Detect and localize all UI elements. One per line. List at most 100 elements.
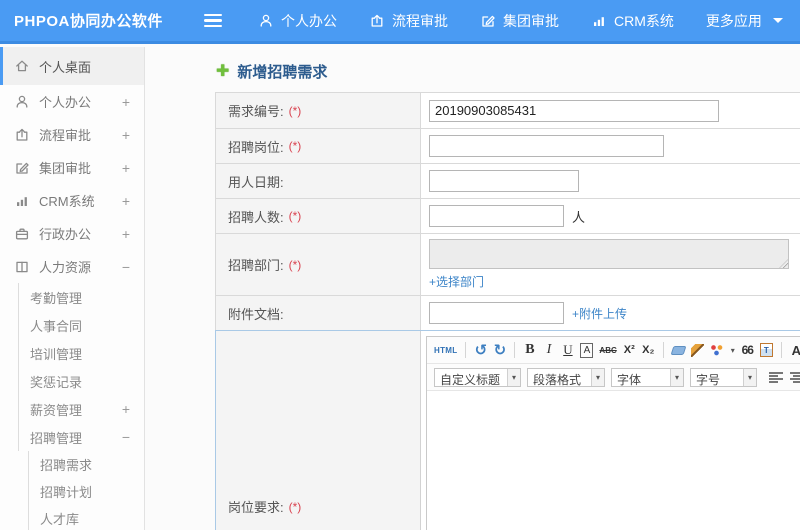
italic-button[interactable]: I [542, 341, 555, 359]
field-label-hire-date: 用人日期: [216, 164, 421, 198]
toolbar-separator [514, 342, 516, 358]
attachment-input[interactable] [429, 302, 564, 324]
recruit-dept-textarea[interactable] [429, 239, 789, 269]
nav-item-crm-system[interactable]: CRM系统 [591, 11, 674, 31]
expand-icon[interactable]: + [122, 193, 130, 209]
editor-select-2[interactable]: 字体 ▾ [611, 367, 684, 387]
sidebar-item-label: 薪资管理 [30, 402, 83, 418]
color-palette-icon[interactable] [709, 344, 724, 356]
expand-icon[interactable]: + [122, 226, 130, 242]
edit-icon [13, 160, 30, 176]
field-value-post-require: HTML↺↻BIUAABCX²X₂▾66TA▾自定义标题▾段落格式▾字体▾字号▾ [421, 331, 800, 530]
field-label-recruit-post: 招聘岗位: (*) [216, 129, 421, 163]
nav-item-label: 集团审批 [503, 12, 559, 29]
field-label-need-no: 需求编号: (*) [216, 93, 421, 128]
caret-down-icon [772, 18, 783, 23]
label-text: 招聘人数: [228, 209, 284, 225]
remove-format-icon[interactable] [670, 345, 687, 355]
recruit-dept-link[interactable]: +选择部门 [429, 273, 484, 290]
required-mark: (*) [288, 499, 302, 514]
bold-button[interactable]: B [523, 341, 536, 359]
caret-down-icon[interactable]: ▾ [670, 368, 683, 386]
paste-text-icon[interactable]: T [759, 343, 773, 357]
toolbar-separator [465, 342, 467, 358]
caret-down-icon[interactable]: ▾ [743, 368, 756, 386]
source-code-button[interactable]: HTML [434, 341, 457, 359]
sidebar-item-label: 流程审批 [39, 128, 92, 143]
field-label-post-require: 岗位要求: (*) [216, 331, 421, 530]
sidebar-item-crm-system[interactable]: CRM系统 + [0, 184, 144, 217]
sidebar-item-label: 行政办公 [39, 227, 92, 242]
redo-icon[interactable]: ↻ [493, 341, 507, 359]
format-brush-icon[interactable] [690, 343, 704, 357]
sidebar-item-personal-desktop[interactable]: 个人桌面 [0, 47, 144, 85]
editor-select-3[interactable]: 字号 ▾ [690, 367, 757, 387]
align-left-icon[interactable] [769, 371, 783, 383]
field-label-recruit-dept: 招聘部门: (*) [216, 234, 421, 295]
expand-icon[interactable]: + [122, 401, 130, 417]
label-text: 招聘部门: [228, 258, 284, 273]
need-no-input[interactable] [429, 99, 719, 122]
recruit-post-input[interactable] [429, 135, 664, 157]
toolbar-separator [662, 342, 664, 358]
caret-down-icon[interactable]: ▾ [591, 368, 604, 386]
sidebar-item-recruit-plan[interactable]: 招聘计划 [0, 478, 144, 505]
sidebar-item-reward-punish[interactable]: 奖惩记录 [0, 367, 144, 395]
expand-icon[interactable]: + [122, 94, 130, 110]
label-text: 岗位要求: [228, 500, 284, 515]
sidebar-item-hr-contract[interactable]: 人事合同 [0, 311, 144, 339]
sidebar-item-training-mgmt[interactable]: 培训管理 [0, 339, 144, 367]
form-row-recruit-post: 招聘岗位: (*) [215, 129, 800, 164]
subscript-button[interactable]: X₂ [642, 341, 655, 359]
collapse-icon[interactable]: − [122, 259, 130, 275]
collapse-icon[interactable]: − [122, 429, 130, 445]
align-center-icon[interactable] [790, 371, 800, 383]
chart-icon [591, 13, 607, 29]
sidebar-item-label: 考勤管理 [30, 290, 83, 306]
font-color-button[interactable]: A [790, 341, 800, 359]
alignment-group [769, 371, 800, 383]
required-mark: (*) [288, 209, 302, 223]
underline-button[interactable]: U [561, 341, 574, 359]
hire-date-input[interactable] [429, 170, 579, 192]
sidebar-item-attendance-mgmt[interactable]: 考勤管理 [0, 283, 144, 311]
editor-select-1[interactable]: 段落格式 ▾ [527, 367, 605, 387]
sidebar-item-group-approval[interactable]: 集团审批 + [0, 151, 144, 184]
nav-item-workflow-approval[interactable]: 流程审批 [369, 11, 448, 31]
recruit-count-input[interactable] [429, 205, 564, 227]
user-icon [258, 13, 274, 29]
caret-down-icon[interactable]: ▾ [507, 368, 520, 386]
nav-item-personal-office[interactable]: 个人办公 [258, 11, 337, 31]
sidebar-item-label: 个人桌面 [39, 59, 92, 75]
undo-icon[interactable]: ↺ [474, 341, 488, 359]
blockquote-button[interactable]: 66 [741, 341, 754, 359]
strikethrough-button[interactable]: ABC [599, 341, 616, 359]
attachment-link[interactable]: +附件上传 [572, 305, 627, 322]
caret-down-icon[interactable]: ▾ [731, 346, 735, 355]
sidebar-item-talent-pool[interactable]: 人才库 [0, 505, 144, 530]
select-value: 段落格式 [533, 372, 582, 386]
expand-icon[interactable]: + [122, 127, 130, 143]
select-value: 字号 [696, 372, 721, 386]
sidebar-item-human-resources[interactable]: 人力资源 − [0, 250, 144, 283]
editor-toolbar-row2: 自定义标题 ▾ 段落格式 ▾ 字体 ▾ 字号 ▾ [427, 364, 800, 391]
field-value-hire-date [421, 164, 800, 198]
expand-icon[interactable]: + [122, 160, 130, 176]
font-style-button[interactable]: A [580, 342, 594, 358]
nav-item-label: 流程审批 [392, 12, 448, 29]
editor-content-area[interactable] [427, 391, 800, 530]
menu-toggle-icon[interactable] [204, 13, 224, 28]
add-plus-icon: ✚ [216, 62, 230, 80]
sidebar-item-admin-office[interactable]: 行政办公 + [0, 217, 144, 250]
sidebar-item-recruit-mgmt[interactable]: 招聘管理 − [0, 423, 144, 451]
nav-item-group-approval[interactable]: 集团审批 [480, 11, 559, 31]
sidebar-item-workflow-approval[interactable]: 流程审批 + [0, 118, 144, 151]
superscript-button[interactable]: X² [623, 341, 636, 359]
label-text: 招聘岗位: [228, 139, 284, 155]
sidebar-item-personal-office[interactable]: 个人办公 + [0, 85, 144, 118]
select-value: 字体 [617, 372, 642, 386]
sidebar-item-recruit-need[interactable]: 招聘需求 [0, 451, 144, 478]
editor-select-0[interactable]: 自定义标题 ▾ [434, 367, 521, 387]
sidebar-item-salary-mgmt[interactable]: 薪资管理 + [0, 395, 144, 423]
nav-item-more-apps[interactable]: 更多应用 [706, 11, 783, 31]
